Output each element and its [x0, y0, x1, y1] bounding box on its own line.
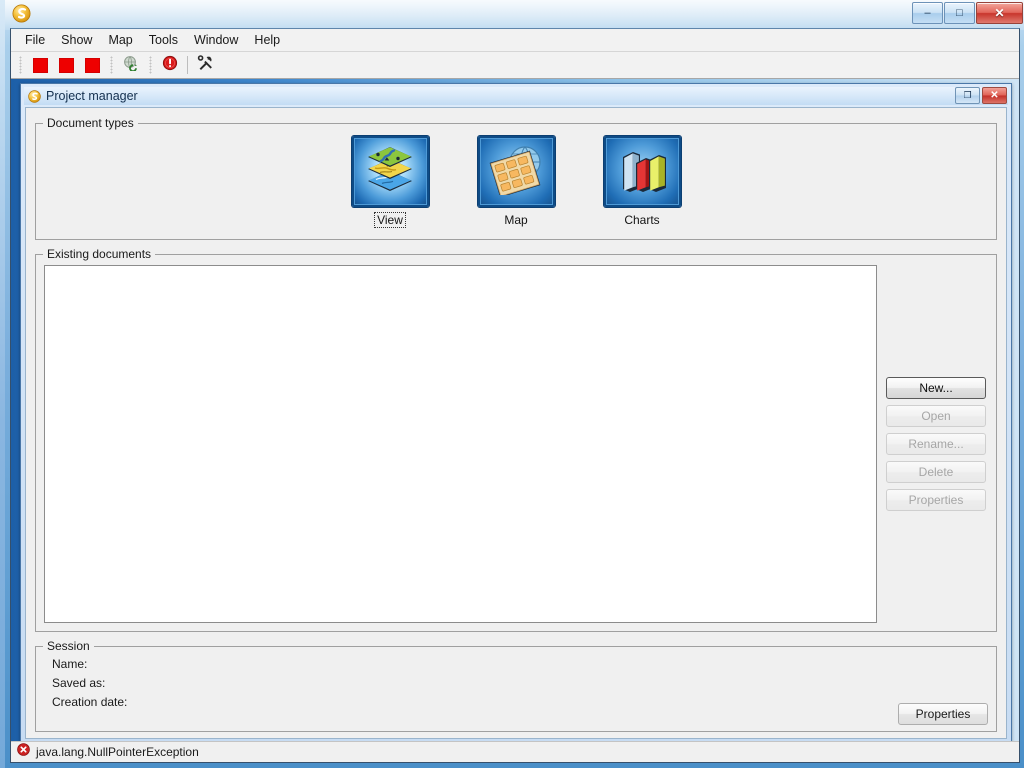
document-types-group: Document types View Map Charts: [35, 116, 997, 240]
map-globe-icon: [488, 143, 544, 200]
existing-documents-body: New... Open Rename... Delete Properties: [44, 265, 988, 623]
menu-item-tools[interactable]: Tools: [141, 31, 186, 49]
menu-item-show[interactable]: Show: [53, 31, 100, 49]
red-square-button-2[interactable]: [54, 54, 78, 76]
toolbar-separator: [187, 56, 188, 74]
session-creation-date-label: Creation date:: [52, 695, 128, 709]
globe-refresh-icon: [123, 55, 139, 76]
doctype-map[interactable]: Map: [470, 136, 563, 227]
existing-documents-group: Existing documents New... Open Rename...…: [35, 247, 997, 632]
document-types-row: View Map Charts: [44, 136, 988, 228]
session-title: Session: [43, 639, 94, 653]
documents-list[interactable]: [44, 265, 877, 623]
menu-bar: File Show Map Tools Window Help: [11, 29, 1019, 52]
red-square-icon: [84, 57, 100, 73]
document-types-title: Document types: [43, 116, 138, 130]
maximize-icon: □: [956, 6, 963, 19]
doctype-charts-icon-frame: [603, 136, 681, 207]
error-button[interactable]: [158, 54, 182, 76]
doctype-view-icon-frame: [351, 136, 429, 207]
minimize-button[interactable]: –: [912, 2, 943, 24]
project-manager-internal-frame: Project manager ❐ ✕ Document types View …: [20, 83, 1012, 741]
globe-refresh-button[interactable]: [119, 54, 143, 76]
doctype-map-icon-frame: [477, 136, 555, 207]
minimize-icon: –: [924, 6, 931, 19]
doctype-view-label: View: [374, 212, 406, 228]
toolbar-grip-2[interactable]: [110, 56, 113, 74]
open-button: Open: [886, 405, 986, 427]
doctype-charts[interactable]: Charts: [596, 136, 689, 227]
layers-view-icon: [362, 143, 418, 200]
internal-frame-title-bar[interactable]: Project manager ❐ ✕: [24, 87, 1008, 105]
project-manager-content: Document types View Map Charts Existing …: [25, 107, 1007, 739]
properties-button: Properties: [886, 489, 986, 511]
rename-button: Rename...: [886, 433, 986, 455]
red-square-icon: [32, 57, 48, 73]
close-icon: ✕: [994, 6, 1005, 20]
window-client-area: File Show Map Tools Window Help Project …: [10, 28, 1020, 763]
internal-frame-controls: ❐ ✕: [955, 87, 1007, 104]
app-logo-icon: [12, 4, 31, 23]
hammer-wrench-icon: [197, 54, 213, 76]
session-group: Session Name: Saved as: Creation date: P…: [35, 639, 997, 732]
existing-documents-title: Existing documents: [43, 247, 156, 261]
internal-frame-title: Project manager: [46, 89, 138, 103]
restore-icon: ❐: [963, 90, 972, 100]
toolbar-grip-3[interactable]: [149, 56, 152, 74]
title-bar: – □ ✕: [5, 0, 1024, 28]
menu-item-file[interactable]: File: [17, 31, 53, 49]
bar-charts-icon: [614, 143, 670, 200]
status-message: java.lang.NullPointerException: [36, 745, 199, 759]
session-properties-button[interactable]: Properties: [898, 703, 988, 725]
red-square-button-3[interactable]: [80, 54, 104, 76]
red-square-button-1[interactable]: [28, 54, 52, 76]
close-button[interactable]: ✕: [976, 2, 1023, 24]
internal-frame-close-button[interactable]: ✕: [982, 87, 1007, 104]
error-circle-icon: [17, 743, 30, 761]
new-button[interactable]: New...: [886, 377, 986, 399]
error-circle-icon: [162, 55, 178, 76]
doctype-view[interactable]: View: [344, 136, 437, 228]
tools-button[interactable]: [193, 54, 217, 76]
maximize-button[interactable]: □: [944, 2, 975, 24]
status-bar: java.lang.NullPointerException: [11, 741, 1019, 762]
delete-button: Delete: [886, 461, 986, 483]
toolbar-grip[interactable]: [19, 56, 22, 74]
window-controls: – □ ✕: [912, 2, 1023, 24]
menu-item-map[interactable]: Map: [100, 31, 140, 49]
session-name-label: Name:: [52, 657, 88, 671]
session-saved-as-label: Saved as:: [52, 676, 106, 690]
doctype-map-label: Map: [504, 213, 528, 227]
internal-frame-restore-button[interactable]: ❐: [955, 87, 980, 104]
desktop-pane: Project manager ❐ ✕ Document types View …: [11, 79, 1019, 741]
documents-button-column: New... Open Rename... Delete Properties: [886, 265, 988, 623]
red-square-icon: [58, 57, 74, 73]
close-icon: ✕: [990, 89, 999, 101]
menu-item-help[interactable]: Help: [246, 31, 288, 49]
toolbar: [11, 52, 1019, 79]
project-icon: [28, 89, 41, 103]
doctype-charts-label: Charts: [624, 213, 660, 227]
application-window: – □ ✕ File Show Map Tools Window Help Pr…: [0, 0, 1024, 768]
menu-item-window[interactable]: Window: [186, 31, 246, 49]
